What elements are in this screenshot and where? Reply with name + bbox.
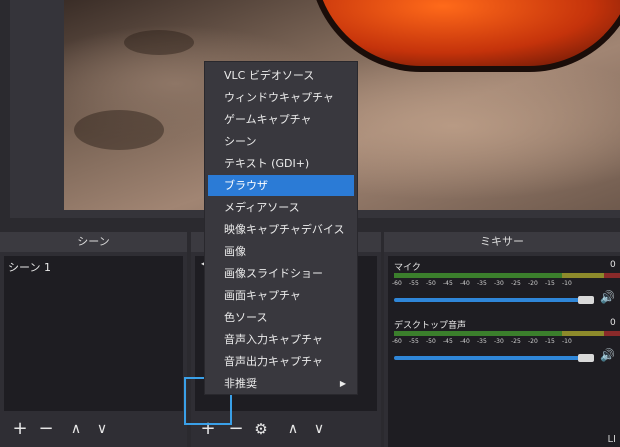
mixer-title: ミキサー bbox=[384, 232, 620, 252]
menu-item-image-slideshow[interactable]: 画像スライドショー bbox=[208, 263, 354, 284]
remove-scene-button[interactable]: − bbox=[36, 419, 56, 439]
move-up-button[interactable]: ∧ bbox=[66, 419, 86, 439]
menu-item-deprecated[interactable]: 非推奨 ▶ bbox=[208, 373, 354, 394]
track-db: 0 bbox=[610, 318, 616, 328]
gear-icon[interactable]: ⚙ bbox=[251, 419, 271, 439]
corner-text: LI bbox=[607, 434, 616, 445]
menu-item-text-gdi[interactable]: テキスト (GDI+) bbox=[208, 153, 354, 174]
menu-item-scene[interactable]: シーン bbox=[208, 131, 354, 152]
speaker-icon[interactable]: 🔊 bbox=[600, 348, 615, 362]
volume-knob[interactable] bbox=[578, 354, 594, 362]
audio-meter bbox=[394, 331, 620, 336]
menu-item-image[interactable]: 画像 bbox=[208, 241, 354, 262]
list-item[interactable]: シーン 1 bbox=[8, 259, 51, 275]
scenes-list[interactable]: シーン 1 bbox=[4, 256, 183, 411]
menu-item-browser[interactable]: ブラウザ bbox=[208, 175, 354, 196]
speaker-icon[interactable]: 🔊 bbox=[600, 290, 615, 304]
move-up-button[interactable]: ∧ bbox=[283, 419, 303, 439]
track-label: デスクトップ音声 bbox=[394, 321, 467, 331]
volume-knob[interactable] bbox=[578, 296, 594, 304]
meter-scale: -60 -55 -50 -45 -40 -35 -30 -25 -20 -15 -10 bbox=[392, 338, 572, 345]
menu-item-audio-output-capture[interactable]: 音声出力キャプチャ bbox=[208, 351, 354, 372]
menu-item-game-capture[interactable]: ゲームキャプチャ bbox=[208, 109, 354, 130]
menu-item-label: 非推奨 bbox=[224, 377, 257, 390]
menu-item-color-source[interactable]: 色ソース bbox=[208, 307, 354, 328]
track-db: 0 bbox=[610, 260, 616, 270]
submenu-arrow-icon: ▶ bbox=[339, 379, 346, 388]
mixer-body: マイク 0 -60 -55 -50 -45 -40 -35 -30 -25 -20 -15 -10 … bbox=[388, 256, 620, 447]
scenes-title: シーン bbox=[0, 232, 187, 252]
move-down-button[interactable]: ∨ bbox=[309, 419, 329, 439]
scenes-dock: シーン シーン 1 + − ∧ ∨ bbox=[0, 232, 187, 447]
add-source-menu: VLC ビデオソース ウィンドウキャプチャ ゲームキャプチャ シーン テキスト … bbox=[204, 61, 358, 395]
menu-item-video-capture-device[interactable]: 映像キャプチャデバイス bbox=[208, 219, 354, 240]
menu-item-audio-input-capture[interactable]: 音声入力キャプチャ bbox=[208, 329, 354, 350]
meter-scale: -60 -55 -50 -45 -40 -35 -30 -25 -20 -15 -10 bbox=[392, 280, 572, 287]
audio-meter bbox=[394, 273, 620, 278]
track-label: マイク bbox=[394, 263, 421, 273]
menu-item-display-capture[interactable]: 画面キャプチャ bbox=[208, 285, 354, 306]
menu-item-media-source[interactable]: メディアソース bbox=[208, 197, 354, 218]
menu-item-window-capture[interactable]: ウィンドウキャプチャ bbox=[208, 87, 354, 108]
mixer-track-mic: マイク 0 -60 -55 -50 -45 -40 -35 -30 -25 -20 -15 -10 … bbox=[392, 260, 620, 318]
mixer-dock: ミキサー マイク 0 -60 -55 -50 -45 -40 -35 -30 -25 -20 -1… bbox=[384, 232, 620, 447]
move-down-button[interactable]: ∨ bbox=[92, 419, 112, 439]
mixer-track-desktop: デスクトップ音声 0 -60 -55 -50 -45 -40 -35 -30 -25 -20 -1… bbox=[392, 318, 620, 376]
volume-slider[interactable] bbox=[394, 356, 584, 360]
scenes-toolbar: + − ∧ ∨ bbox=[0, 411, 187, 447]
volume-slider[interactable] bbox=[394, 298, 584, 302]
menu-item-vlc-source[interactable]: VLC ビデオソース bbox=[208, 65, 354, 86]
add-scene-button[interactable]: + bbox=[10, 419, 30, 439]
